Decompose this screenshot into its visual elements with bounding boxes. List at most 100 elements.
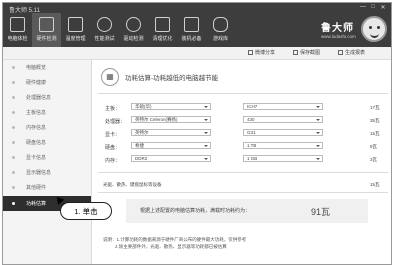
nav-hardware[interactable]: 硬件检测 (32, 13, 61, 47)
peripherals-label: 光驱、散热、键盘鼠标等设备 (103, 182, 162, 187)
select-value: DDR2 (135, 156, 148, 161)
nav-drivers[interactable]: 驱动检测 (119, 13, 148, 47)
sidebar-item-display[interactable]: 显示器信息 (3, 165, 91, 180)
save-label: 保存截图 (300, 50, 321, 56)
app-window: 鲁大师 5.11 — □ ✕ 电脑体检 硬件检测 温度管理 性能测试 驱动检测 … (2, 2, 392, 265)
select-value: 430 (247, 117, 255, 122)
sidebar-item-label: 硬盘信息 (26, 140, 47, 146)
bullet-icon (12, 126, 15, 129)
nav-essentials[interactable]: 装机必备 (177, 13, 206, 47)
callout-text: 1. 单击 (74, 207, 98, 216)
chevron-down-icon (204, 145, 208, 147)
bullet-icon (12, 111, 15, 114)
peripherals-power: 15瓦 (370, 182, 380, 187)
sidebar-item-other[interactable]: 其他硬件 (3, 180, 91, 195)
sidebar-item-health[interactable]: 硬件健康 (3, 75, 91, 90)
brand-select[interactable]: 华硕(华) (131, 103, 211, 110)
brand-logo-icon (361, 16, 387, 42)
share-label: 微博分享 (255, 50, 276, 56)
chevron-down-icon (204, 158, 208, 160)
power-value: 3瓦 (370, 157, 378, 162)
nav-label: 装机必备 (181, 36, 202, 42)
select-value: 华硕(华) (135, 104, 152, 109)
divider (98, 172, 388, 173)
sidebar-item-label: 内存信息 (26, 125, 47, 131)
total-value: 91瓦 (311, 207, 331, 217)
bullet-icon (12, 66, 15, 69)
main-content: ▦ 功耗估算-功耗越低的电脑越节能 主板： 华硕(华) ICH7 17瓦 处理器… (93, 60, 391, 264)
chevron-down-icon (204, 106, 208, 108)
chevron-down-icon (316, 158, 320, 160)
nav-label: 温度管理 (65, 36, 86, 42)
bullet-icon (12, 81, 15, 84)
sidebar-item-motherboard[interactable]: 主板信息 (3, 105, 91, 120)
calculator-icon: ▦ (101, 68, 119, 86)
sidebar-item-memory[interactable]: 内存信息 (3, 120, 91, 135)
bullet-icon (12, 186, 15, 189)
maximize-button[interactable]: □ (369, 4, 377, 10)
nav-label: 清理优化 (152, 36, 173, 42)
note-line: 说明：1.计算功耗的数据来源于硬件厂商公布的硬件最大功耗，仅供参考 (103, 237, 247, 242)
minimize-button[interactable]: — (359, 4, 367, 10)
nav-label: 游戏库 (212, 36, 228, 42)
sidebar-item-label: 电脑概览 (26, 65, 47, 71)
gear-icon (126, 17, 141, 32)
divider (98, 93, 388, 94)
nav-temperature[interactable]: 温度管理 (61, 13, 90, 47)
brand-select[interactable]: 英特尔 Celeron(赛扬) (131, 116, 211, 123)
nav-checkup[interactable]: 电脑体检 (3, 13, 32, 47)
sidebar-item-label: 显卡信息 (26, 155, 47, 161)
sidebar-item-label: 处理器信息 (26, 95, 52, 101)
camera-icon (293, 50, 298, 55)
select-value: ICH7 (247, 104, 258, 109)
sidebar-item-label: 主板信息 (26, 110, 47, 116)
chevron-down-icon (316, 119, 320, 121)
sidebar-item-gpu[interactable]: 显卡信息 (3, 150, 91, 165)
chevron-down-icon (204, 119, 208, 121)
report-button[interactable]: 生成报表 (338, 49, 365, 56)
select-value: 英特尔 Celeron(赛扬) (135, 117, 178, 122)
config-row-memory: 内存： DDR2 1 GB 3瓦 (93, 155, 391, 165)
main-nav: 电脑体检 硬件检测 温度管理 性能测试 驱动检测 清理优化 装机必备 游戏库 (3, 13, 235, 47)
nav-benchmark[interactable]: 性能测试 (90, 13, 119, 47)
model-select[interactable]: G31 (243, 129, 323, 136)
bullet-icon (12, 171, 15, 174)
bullet-icon (12, 96, 15, 99)
config-row-motherboard: 主板： 华硕(华) ICH7 17瓦 (93, 103, 391, 113)
sidebar: 电脑概览 硬件健康 处理器信息 主板信息 内存信息 硬盘信息 显卡信息 显示器信… (3, 60, 94, 264)
sidebar-item-cpu[interactable]: 处理器信息 (3, 90, 91, 105)
page-title: 功耗估算-功耗越低的电脑越节能 (125, 75, 219, 82)
chevron-down-icon (316, 106, 320, 108)
brand-select[interactable]: 希捷 (131, 142, 211, 149)
power-value: 17瓦 (370, 105, 380, 110)
total-power-panel: 根据上述配置的电脑估算功耗，满载时功耗约为： 91瓦 (126, 199, 368, 223)
sidebar-item-disk[interactable]: 硬盘信息 (3, 135, 91, 150)
power-value: 35瓦 (370, 118, 380, 123)
nav-games[interactable]: 游戏库 (206, 13, 235, 47)
brand-select[interactable]: DDR2 (131, 155, 211, 162)
power-value: 15瓦 (370, 131, 380, 136)
sidebar-item-overview[interactable]: 电脑概览 (3, 60, 91, 75)
select-value: 英特尔 (135, 130, 149, 135)
model-select[interactable]: ICH7 (243, 103, 323, 110)
save-screenshot-button[interactable]: 保存截图 (293, 49, 320, 56)
package-icon (184, 17, 199, 32)
model-select[interactable]: 1 TB (243, 142, 323, 149)
config-row-gpu: 显卡： 英特尔 G31 15瓦 (93, 129, 391, 139)
close-button[interactable]: ✕ (379, 4, 387, 11)
row-label: 内存： (105, 158, 121, 164)
model-select[interactable]: 430 (243, 116, 323, 123)
share-button[interactable]: 微博分享 (248, 49, 275, 56)
row-label: 处理器： (105, 119, 126, 125)
row-label: 显卡： (105, 132, 121, 138)
gamepad-icon (213, 17, 228, 32)
total-label: 根据上述配置的电脑估算功耗，满载时功耗约为： (140, 208, 251, 214)
bullet-icon (12, 202, 15, 205)
nav-cleanup[interactable]: 清理优化 (148, 13, 177, 47)
bullet-icon (12, 156, 15, 159)
toolbar: 微博分享 保存截图 生成报表 (3, 47, 391, 60)
row-label: 主板： (105, 106, 121, 112)
model-select[interactable]: 1 GB (243, 155, 323, 162)
sidebar-item-label: 硬件健康 (26, 80, 47, 86)
brand-select[interactable]: 英特尔 (131, 129, 211, 136)
